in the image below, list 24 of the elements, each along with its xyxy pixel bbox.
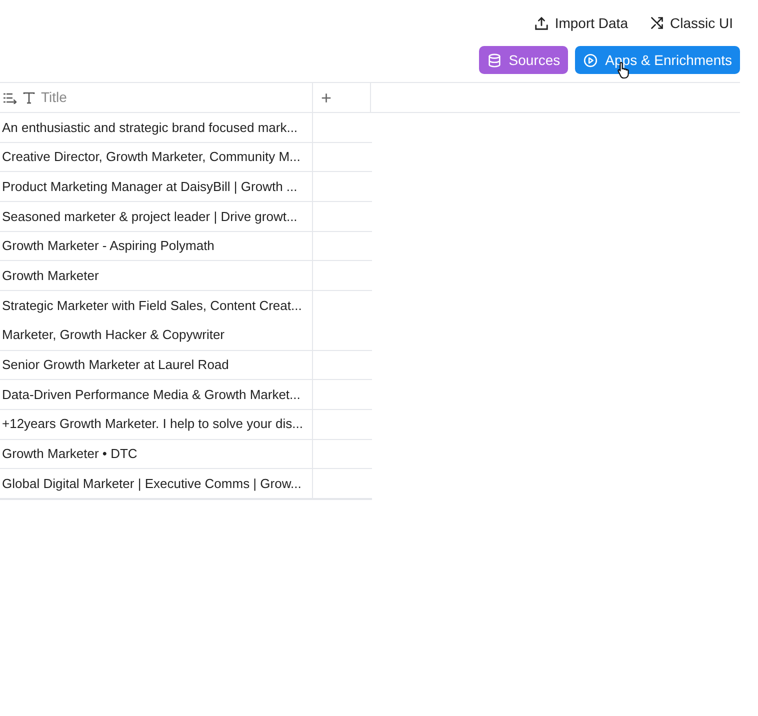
play-circle-icon xyxy=(583,52,598,68)
text-type-icon xyxy=(23,92,35,104)
database-icon xyxy=(486,52,502,68)
table-cell-text: Marketer, Growth Hacker & Copywriter xyxy=(2,326,225,344)
classic-ui-button[interactable]: Classic UI xyxy=(650,13,733,33)
table-cell-text: Senior Growth Marketer at Laurel Road xyxy=(2,356,229,374)
table-cell-text: Growth Marketer • DTC xyxy=(2,445,138,464)
sort-icon[interactable] xyxy=(3,92,17,104)
table-cell-text: An enthusiastic and strategic brand focused mark... xyxy=(2,118,298,137)
table-cell-text: Strategic Marketer with Field Sales, Content Creat... xyxy=(2,297,302,316)
table-cell-text: Growth Marketer xyxy=(2,267,99,286)
shuffle-icon xyxy=(650,16,664,30)
table-cell-text: +12years Growth Marketer. I help to solve your dis... xyxy=(2,415,303,434)
table-cell-text: Data-Driven Performance Media & Growth Market... xyxy=(2,386,300,404)
table-cell-text: Global Digital Marketer | Executive Comms | Grow... xyxy=(2,474,302,493)
table-cell-text: Product Marketing Manager at DaisyBill | Growth ... xyxy=(2,178,298,196)
column-header[interactable]: Title xyxy=(41,87,67,108)
upload-icon xyxy=(534,16,549,30)
table-cell-text: Seasoned marketer & project leader | Drive growt... xyxy=(2,208,298,226)
table-cell-text: Growth Marketer - Aspiring Polymath xyxy=(2,237,214,256)
import-data-button[interactable]: Import Data xyxy=(534,13,628,33)
table-cell-text: Creative Director, Growth Marketer, Community M... xyxy=(2,148,300,166)
sources-button[interactable]: Sources xyxy=(478,46,568,74)
add-column-button[interactable]: + xyxy=(321,88,332,106)
